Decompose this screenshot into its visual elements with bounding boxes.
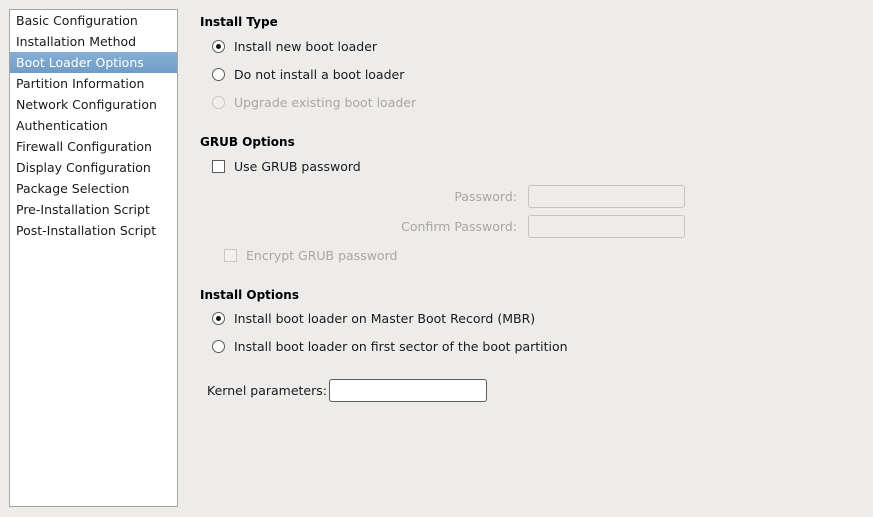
radio-install-new-boot-loader[interactable]: Install new boot loader xyxy=(212,39,377,54)
sidebar-item-network-configuration[interactable]: Network Configuration xyxy=(10,94,177,115)
sidebar-item-post-installation-script[interactable]: Post-Installation Script xyxy=(10,220,177,241)
sidebar-item-label: Boot Loader Options xyxy=(16,55,144,70)
option-label: Upgrade existing boot loader xyxy=(234,95,417,110)
kernel-parameters-label: Kernel parameters: xyxy=(207,383,327,398)
option-label: Use GRUB password xyxy=(234,159,361,174)
sidebar-item-label: Post-Installation Script xyxy=(16,223,157,238)
sidebar-item-display-configuration[interactable]: Display Configuration xyxy=(10,157,177,178)
sidebar-item-installation-method[interactable]: Installation Method xyxy=(10,31,177,52)
sidebar-item-label: Display Configuration xyxy=(16,160,151,175)
sidebar-item-label: Network Configuration xyxy=(16,97,157,112)
radio-icon[interactable] xyxy=(212,40,225,53)
option-label: Install new boot loader xyxy=(234,39,378,54)
radio-icon xyxy=(212,96,225,109)
radio-install-on-boot-partition[interactable]: Install boot loader on first sector of t… xyxy=(212,339,568,354)
option-label: Install boot loader on first sector of t… xyxy=(234,339,568,354)
radio-icon[interactable] xyxy=(212,312,225,325)
kernel-parameters-row: Kernel parameters: xyxy=(188,379,487,402)
password-label: Password: xyxy=(454,189,517,204)
radio-do-not-install-boot-loader[interactable]: Do not install a boot loader xyxy=(212,67,404,82)
sidebar-item-package-selection[interactable]: Package Selection xyxy=(10,178,177,199)
confirm-password-field-row: Confirm Password: xyxy=(200,215,685,238)
radio-icon[interactable] xyxy=(212,340,225,353)
confirm-password-input[interactable] xyxy=(528,215,685,238)
radio-icon[interactable] xyxy=(212,68,225,81)
option-label: Install boot loader on Master Boot Recor… xyxy=(234,311,536,326)
sidebar-item-firewall-configuration[interactable]: Firewall Configuration xyxy=(10,136,177,157)
sidebar-item-basic-configuration[interactable]: Basic Configuration xyxy=(10,10,177,31)
sidebar-item-authentication[interactable]: Authentication xyxy=(10,115,177,136)
checkbox-encrypt-grub-password: Encrypt GRUB password xyxy=(224,248,397,263)
sidebar-item-partition-information[interactable]: Partition Information xyxy=(10,73,177,94)
kernel-parameters-input[interactable] xyxy=(329,379,487,402)
sidebar-item-pre-installation-script[interactable]: Pre-Installation Script xyxy=(10,199,177,220)
option-label: Do not install a boot loader xyxy=(234,67,405,82)
confirm-password-label: Confirm Password: xyxy=(401,219,517,234)
radio-upgrade-existing-boot-loader: Upgrade existing boot loader xyxy=(212,95,416,110)
sidebar-item-label: Installation Method xyxy=(16,34,137,49)
configuration-sidebar[interactable]: Basic Configuration Installation Method … xyxy=(9,9,178,507)
install-options-heading: Install Options xyxy=(200,288,299,302)
radio-install-on-mbr[interactable]: Install boot loader on Master Boot Recor… xyxy=(212,311,535,326)
checkbox-icon xyxy=(224,249,237,262)
option-label: Encrypt GRUB password xyxy=(246,248,398,263)
install-type-heading: Install Type xyxy=(200,15,278,29)
sidebar-item-boot-loader-options[interactable]: Boot Loader Options xyxy=(10,52,177,73)
sidebar-item-label: Firewall Configuration xyxy=(16,139,152,154)
sidebar-item-label: Authentication xyxy=(16,118,108,133)
password-field-row: Password: xyxy=(200,185,685,208)
checkbox-use-grub-password[interactable]: Use GRUB password xyxy=(212,159,361,174)
checkbox-icon[interactable] xyxy=(212,160,225,173)
sidebar-item-label: Package Selection xyxy=(16,181,130,196)
sidebar-item-label: Pre-Installation Script xyxy=(16,202,150,217)
grub-options-heading: GRUB Options xyxy=(200,135,295,149)
sidebar-item-label: Partition Information xyxy=(16,76,145,91)
boot-loader-options-panel: Install Type Install new boot loader Do … xyxy=(188,0,873,517)
sidebar-item-label: Basic Configuration xyxy=(16,13,138,28)
password-input[interactable] xyxy=(528,185,685,208)
